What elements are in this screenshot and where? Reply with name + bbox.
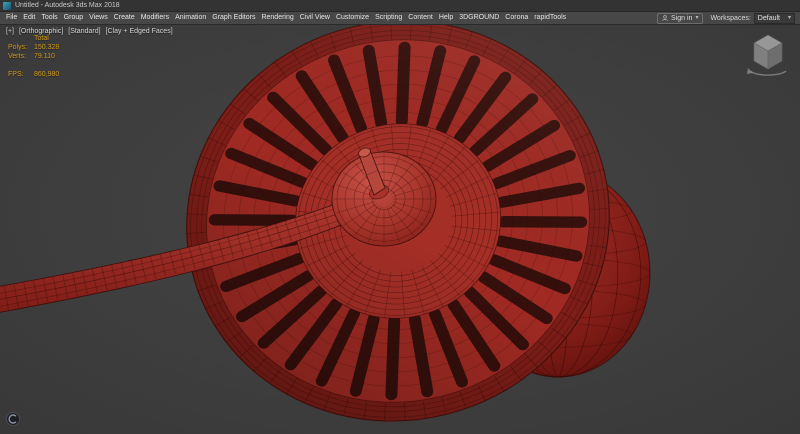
stats-fps-row: FPS: 860,980 — [8, 70, 59, 79]
3dsmax-window: Untitled - Autodesk 3ds Max 2018 FileEdi… — [0, 0, 800, 434]
menu-item-scripting[interactable]: Scripting — [372, 12, 405, 24]
polys-label: Polys: — [8, 43, 34, 52]
window-title: Untitled - Autodesk 3ds Max 2018 — [15, 2, 120, 9]
stats-total-label: Total — [8, 34, 59, 43]
chevron-down-icon: ▾ — [695, 15, 698, 21]
sign-in-button[interactable]: Sign in ▾ — [657, 13, 703, 24]
title-bar: Untitled - Autodesk 3ds Max 2018 — [0, 0, 800, 12]
chevron-down-icon: ▾ — [788, 15, 791, 21]
fps-label: FPS: — [8, 70, 34, 79]
menu-item-rapidtools[interactable]: rapidTools — [531, 12, 569, 24]
menu-item-group[interactable]: Group — [61, 12, 86, 24]
viewport[interactable]: [+] [Orthographic] [Standard] [Clay + Ed… — [0, 25, 800, 434]
verts-label: Verts: — [8, 52, 34, 61]
menu-bar: FileEditToolsGroupViewsCreateModifiersAn… — [0, 12, 800, 25]
menu-item-customize[interactable]: Customize — [333, 12, 372, 24]
menu-item-3dground[interactable]: 3DGROUND — [456, 12, 502, 24]
menu-item-animation[interactable]: Animation — [172, 12, 209, 24]
3dsmax-app-icon — [3, 2, 11, 10]
viewport-canvas[interactable] — [0, 25, 800, 434]
user-icon — [662, 15, 668, 21]
sign-in-label: Sign in — [671, 15, 692, 22]
menu-item-graph-editors[interactable]: Graph Editors — [209, 12, 258, 24]
corner-logo — [5, 411, 21, 427]
menu-items: FileEditToolsGroupViewsCreateModifiersAn… — [3, 12, 569, 24]
menu-item-edit[interactable]: Edit — [20, 12, 38, 24]
menu-item-content[interactable]: Content — [405, 12, 436, 24]
stats-verts-row: Verts: 79.110 — [8, 52, 59, 61]
fps-value: 860,980 — [34, 70, 59, 79]
menu-item-tools[interactable]: Tools — [38, 12, 60, 24]
viewport-menu-shading[interactable]: [Clay + Edged Faces] — [106, 28, 173, 35]
stats-polys-row: Polys: 150.328 — [8, 43, 59, 52]
workspace-select[interactable]: Default ▾ — [754, 13, 795, 24]
menu-item-create[interactable]: Create — [111, 12, 138, 24]
viewport-menu-perview[interactable]: [Standard] — [68, 28, 100, 35]
verts-value: 79.110 — [34, 52, 55, 61]
menu-item-corona[interactable]: Corona — [502, 12, 531, 24]
workspace-value: Default — [758, 15, 780, 22]
menu-item-civil-view[interactable]: Civil View — [297, 12, 333, 24]
viewcube[interactable] — [746, 31, 790, 79]
menu-item-rendering[interactable]: Rendering — [258, 12, 296, 24]
workspaces-control[interactable]: Workspaces: Default ▾ — [710, 13, 795, 24]
statistics-overlay: Total Polys: 150.328 Verts: 79.110 FPS: … — [8, 34, 59, 79]
menu-item-help[interactable]: Help — [436, 12, 456, 24]
menu-item-modifiers[interactable]: Modifiers — [138, 12, 172, 24]
menu-item-file[interactable]: File — [3, 12, 20, 24]
viewcube-icon — [746, 31, 790, 79]
hub-dome-mesh — [332, 152, 436, 246]
menu-item-views[interactable]: Views — [86, 12, 111, 24]
polys-value: 150.328 — [34, 43, 59, 52]
menubar-right: Sign in ▾ Workspaces: Default ▾ — [657, 13, 797, 24]
workspaces-label: Workspaces: — [710, 15, 750, 22]
